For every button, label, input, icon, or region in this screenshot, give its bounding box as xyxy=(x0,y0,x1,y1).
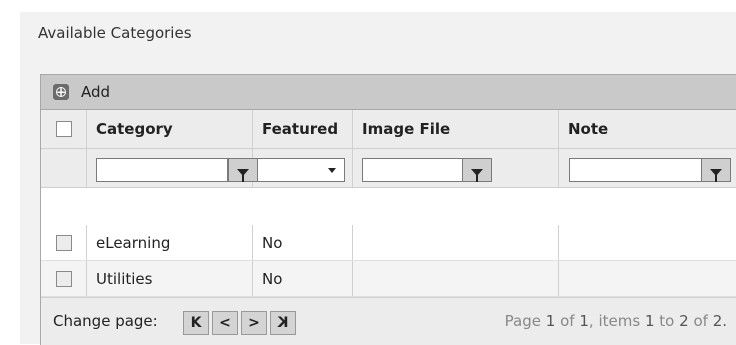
row-checkbox[interactable] xyxy=(55,270,72,287)
previous-page-button[interactable]: < xyxy=(212,311,238,335)
header-select-all-cell xyxy=(41,110,87,148)
cell-image-file xyxy=(353,261,559,296)
column-header-category[interactable]: Category xyxy=(87,110,253,148)
filter-cell-category xyxy=(87,149,258,187)
range-start-number: 1 xyxy=(644,312,655,330)
filter-cell-featured xyxy=(253,149,353,187)
filter-empty-cell xyxy=(41,149,87,187)
table-row[interactable]: eLearning No xyxy=(41,225,736,261)
filter-cell-image-file xyxy=(353,149,559,187)
total-items-number: 2. xyxy=(712,312,727,330)
funnel-filter-icon xyxy=(710,168,722,182)
grid-filter-row xyxy=(41,149,736,188)
grid-pager: Change page: K < > K Page 1 of 1, items … xyxy=(41,297,736,345)
page-info-prefix: Page xyxy=(504,312,541,330)
cell-image-file xyxy=(353,225,559,260)
cell-featured: No xyxy=(253,261,353,296)
funnel-filter-icon xyxy=(471,168,483,182)
image-file-filter-button[interactable] xyxy=(462,158,492,182)
column-header-note[interactable]: Note xyxy=(559,110,736,148)
cell-featured: No xyxy=(253,225,353,260)
page-info-of-2: of xyxy=(693,312,708,330)
range-end-number: 2 xyxy=(679,312,689,330)
add-button-label: Add xyxy=(81,83,111,101)
chevron-down-icon xyxy=(328,168,336,173)
note-filter-button[interactable] xyxy=(701,158,731,182)
page-info-to: to xyxy=(659,312,675,330)
column-header-featured[interactable]: Featured xyxy=(253,110,353,148)
select-all-checkbox[interactable] xyxy=(55,121,72,137)
last-page-button[interactable]: K xyxy=(270,311,296,335)
row-checkbox[interactable] xyxy=(55,234,72,251)
image-file-filter-input[interactable] xyxy=(362,158,466,182)
add-circle-icon xyxy=(53,83,69,101)
column-header-image-file[interactable]: Image File xyxy=(353,110,559,148)
categories-panel: Available Categories Add Category Featur… xyxy=(20,12,736,345)
table-row[interactable]: Utilities No xyxy=(41,261,736,297)
page-info-of: of xyxy=(560,312,575,330)
note-filter-input[interactable] xyxy=(569,158,703,182)
cell-category: Utilities xyxy=(87,261,253,296)
filter-cell-note xyxy=(559,149,736,187)
cell-note xyxy=(559,225,736,260)
next-page-button[interactable]: > xyxy=(241,311,267,335)
row-select-cell xyxy=(41,225,87,260)
page-info-items: , items xyxy=(588,312,641,330)
cell-note xyxy=(559,261,736,296)
page-info: Page 1 of 1, items 1 to 2 of 2. xyxy=(505,312,727,330)
categories-grid: Add Category Featured Image File Note xyxy=(40,74,736,345)
section-title: Available Categories xyxy=(38,24,192,42)
change-page-label: Change page: xyxy=(53,312,158,330)
add-button[interactable]: Add xyxy=(53,83,110,101)
first-page-button[interactable]: K xyxy=(183,311,209,335)
row-select-cell xyxy=(41,261,87,296)
funnel-filter-icon xyxy=(237,168,249,182)
current-page-number: 1 xyxy=(545,312,556,330)
grid-header-row: Category Featured Image File Note xyxy=(41,110,736,149)
category-filter-input[interactable] xyxy=(96,158,228,182)
featured-filter-select[interactable] xyxy=(257,158,345,182)
cell-category: eLearning xyxy=(87,225,253,260)
grid-toolbar: Add xyxy=(41,75,736,110)
total-pages-number: 1 xyxy=(579,312,589,330)
